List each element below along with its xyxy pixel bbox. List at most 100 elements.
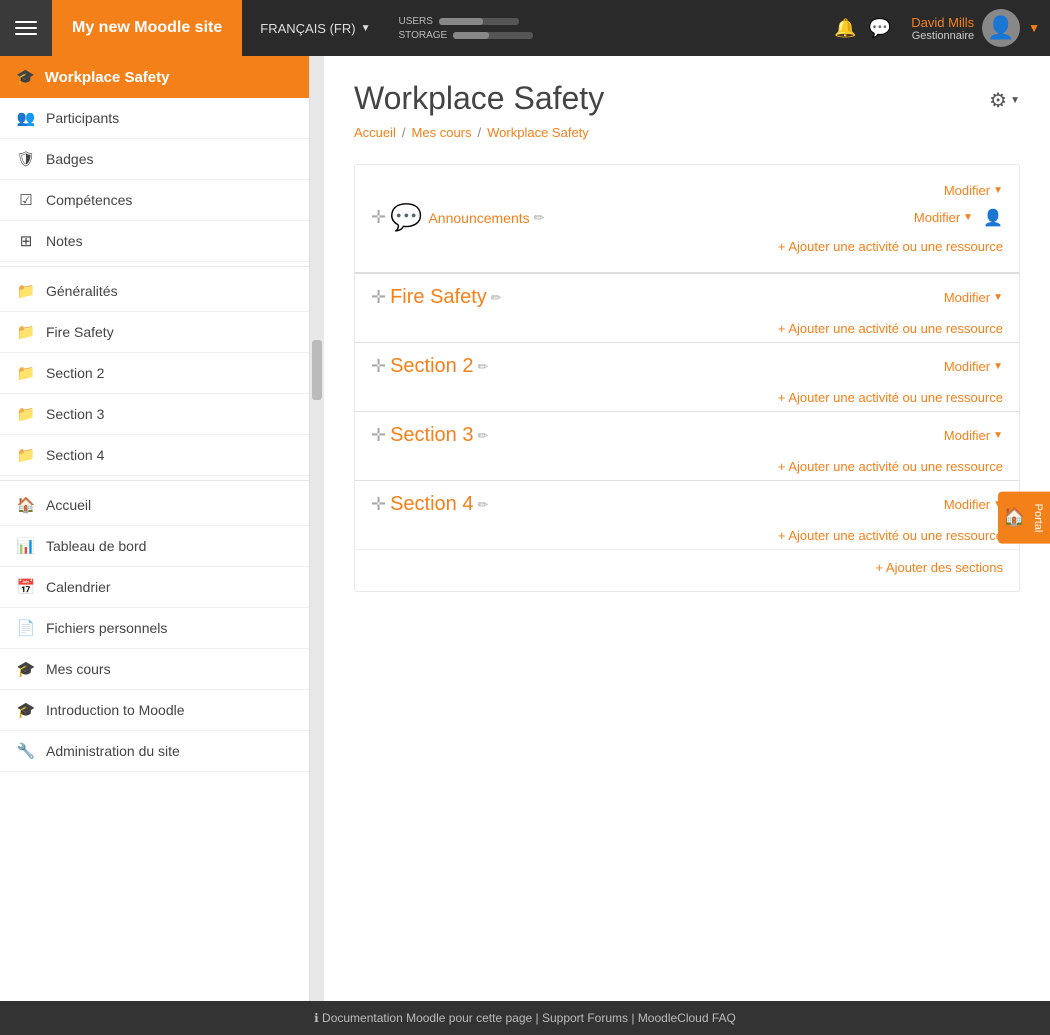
portal-tab[interactable]: Portal 🏠: [998, 491, 1050, 544]
fire-safety-modifier-button[interactable]: Modifier ▼: [944, 290, 1003, 305]
user-menu-chevron-icon: ▼: [1028, 21, 1040, 35]
drag-handle-section3[interactable]: ✛: [371, 425, 386, 446]
sidebar-section3-label: Section 3: [46, 406, 104, 422]
sidebar-divider-1: [0, 266, 309, 267]
section3-title[interactable]: Section 3: [390, 424, 473, 447]
add-resource-fire-safety[interactable]: + Ajouter une activité ou une ressource: [371, 315, 1003, 338]
footer-faq-link[interactable]: MoodleCloud FAQ: [638, 1011, 736, 1025]
add-resource-general[interactable]: + Ajouter une activité ou une ressource: [371, 233, 1003, 256]
sidebar-tableau-label: Tableau de bord: [46, 538, 146, 554]
breadcrumb-mes-cours[interactable]: Mes cours: [412, 125, 472, 140]
sidebar-item-mes-cours[interactable]: 🎓 Mes cours: [0, 649, 309, 690]
section4-modifier-button[interactable]: Modifier ▼: [944, 497, 1003, 512]
scroll-area[interactable]: [310, 56, 324, 1001]
sidebar-item-accueil[interactable]: 🏠 Accueil: [0, 485, 309, 526]
announcements-modifier-row: Modifier ▼ 👤: [914, 208, 1003, 228]
drag-handle-fire[interactable]: ✛: [371, 287, 386, 308]
file-icon: 📄: [16, 619, 36, 637]
language-selector[interactable]: FRANÇAIS (FR) ▼: [242, 21, 388, 36]
general-modifier-button[interactable]: Modifier ▼: [944, 183, 1003, 198]
wrench-icon: 🔧: [16, 742, 36, 760]
content-area: Workplace Safety ⚙ ▼ Accueil / Mes cours…: [324, 56, 1050, 1001]
sidebar-item-section3[interactable]: 📁 Section 3: [0, 394, 309, 435]
sidebar-admin-label: Administration du site: [46, 743, 180, 759]
add-resource-section2[interactable]: + Ajouter une activité ou une ressource: [371, 384, 1003, 407]
section3-modifier-button[interactable]: Modifier ▼: [944, 428, 1003, 443]
section3-header: ✛ Section 3 ✏ Modifier ▼: [371, 424, 1003, 447]
add-resource-section4[interactable]: + Ajouter une activité ou une ressource: [371, 522, 1003, 545]
user-name: David Mills: [911, 15, 974, 30]
sidebar-item-competences[interactable]: ☑ Compétences: [0, 180, 309, 221]
announcements-edit-icon[interactable]: ✏: [534, 210, 545, 226]
footer-support-link[interactable]: Support Forums: [542, 1011, 628, 1025]
table-icon: ⊞: [16, 232, 36, 250]
folder-icon-5: 📁: [16, 446, 36, 464]
section-4: ✛ Section 4 ✏ Modifier ▼ + Ajouter une a…: [355, 480, 1019, 549]
settings-button[interactable]: ⚙ ▼: [989, 88, 1020, 113]
announcements-modifier-button[interactable]: Modifier ▼: [914, 210, 973, 225]
bottom-footer: ℹ Documentation Moodle pour cette page |…: [0, 1001, 1050, 1035]
sidebar-item-section2[interactable]: 📁 Section 2: [0, 353, 309, 394]
sidebar-item-section4[interactable]: 📁 Section 4: [0, 435, 309, 476]
section2-edit-icon[interactable]: ✏: [477, 359, 488, 375]
breadcrumb-accueil[interactable]: Accueil: [354, 125, 396, 140]
graduation-icon: 🎓: [16, 660, 36, 678]
sidebar-item-intro-moodle[interactable]: 🎓 Introduction to Moodle: [0, 690, 309, 731]
content-inner: Workplace Safety ⚙ ▼ Accueil / Mes cours…: [324, 56, 1050, 1001]
sidebar-item-admin[interactable]: 🔧 Administration du site: [0, 731, 309, 772]
modifier-chevron-icon: ▼: [993, 185, 1003, 196]
hamburger-icon: [15, 21, 37, 35]
add-sections-button[interactable]: + Ajouter des sections: [355, 549, 1019, 581]
sidebar-section4-label: Section 4: [46, 447, 104, 463]
section-3: ✛ Section 3 ✏ Modifier ▼ + Ajouter une a…: [355, 411, 1019, 480]
drag-handle-general[interactable]: ✛: [371, 207, 386, 228]
folder-icon: 📁: [16, 282, 36, 300]
announcements-icon: 💬: [390, 202, 422, 233]
participants-icon: 👥: [16, 109, 36, 127]
section2-modifier-chevron: ▼: [993, 361, 1003, 372]
notification-bell-icon[interactable]: 🔔: [834, 18, 856, 39]
message-icon[interactable]: 💬: [869, 18, 891, 39]
user-menu[interactable]: David Mills Gestionnaire 👤 ▼: [901, 9, 1050, 47]
section2-modifier-button[interactable]: Modifier ▼: [944, 359, 1003, 374]
user-assign-icon[interactable]: 👤: [983, 208, 1003, 228]
sidebar-item-fire-safety[interactable]: 📁 Fire Safety: [0, 312, 309, 353]
graduation-cap-icon: 🎓: [16, 68, 35, 86]
sidebar-item-fichiers[interactable]: 📄 Fichiers personnels: [0, 608, 309, 649]
add-resource-section3[interactable]: + Ajouter une activité ou une ressource: [371, 453, 1003, 476]
chevron-down-icon: ▼: [361, 23, 371, 34]
top-navigation: My new Moodle site FRANÇAIS (FR) ▼ USERS…: [0, 0, 1050, 56]
drag-handle-section4[interactable]: ✛: [371, 494, 386, 515]
section4-header: ✛ Section 4 ✏ Modifier ▼: [371, 493, 1003, 516]
section3-edit-icon[interactable]: ✏: [477, 428, 488, 444]
section4-title[interactable]: Section 4: [390, 493, 473, 516]
site-brand[interactable]: My new Moodle site: [52, 0, 242, 56]
fire-safety-edit-icon[interactable]: ✏: [491, 290, 502, 306]
sidebar-notes-label: Notes: [46, 233, 83, 249]
sidebar-item-calendrier[interactable]: 📅 Calendrier: [0, 567, 309, 608]
sidebar-item-badges[interactable]: 🛡 Badges: [0, 139, 309, 180]
folder-icon-2: 📁: [16, 323, 36, 341]
sidebar-participants-label: Participants: [46, 110, 119, 126]
drag-handle-section2[interactable]: ✛: [371, 356, 386, 377]
sidebar-item-generalites[interactable]: 📁 Généralités: [0, 271, 309, 312]
sidebar: 🎓 Workplace Safety 👥 Participants 🛡 Badg…: [0, 56, 310, 1001]
storage-info: USERS STORAGE: [389, 16, 544, 41]
fire-safety-title[interactable]: Fire Safety: [390, 286, 487, 309]
sidebar-item-notes[interactable]: ⊞ Notes: [0, 221, 309, 262]
sidebar-item-participants[interactable]: 👥 Participants: [0, 98, 309, 139]
breadcrumb: Accueil / Mes cours / Workplace Safety: [354, 125, 1020, 140]
sidebar-fichiers-label: Fichiers personnels: [46, 620, 167, 636]
hamburger-menu[interactable]: [0, 0, 52, 56]
section-2: ✛ Section 2 ✏ Modifier ▼ + Ajouter une a…: [355, 342, 1019, 411]
storage-label: STORAGE: [399, 30, 448, 41]
section4-edit-icon[interactable]: ✏: [477, 497, 488, 513]
sidebar-item-tableau[interactable]: 📊 Tableau de bord: [0, 526, 309, 567]
announcements-link[interactable]: Announcements: [428, 210, 529, 226]
footer-doc-link[interactable]: Documentation Moodle pour cette page: [322, 1011, 532, 1025]
avatar: 👤: [982, 9, 1020, 47]
calendar-icon: 📅: [16, 578, 36, 596]
scroll-thumb: [312, 340, 322, 400]
sidebar-divider-2: [0, 480, 309, 481]
section2-title[interactable]: Section 2: [390, 355, 473, 378]
